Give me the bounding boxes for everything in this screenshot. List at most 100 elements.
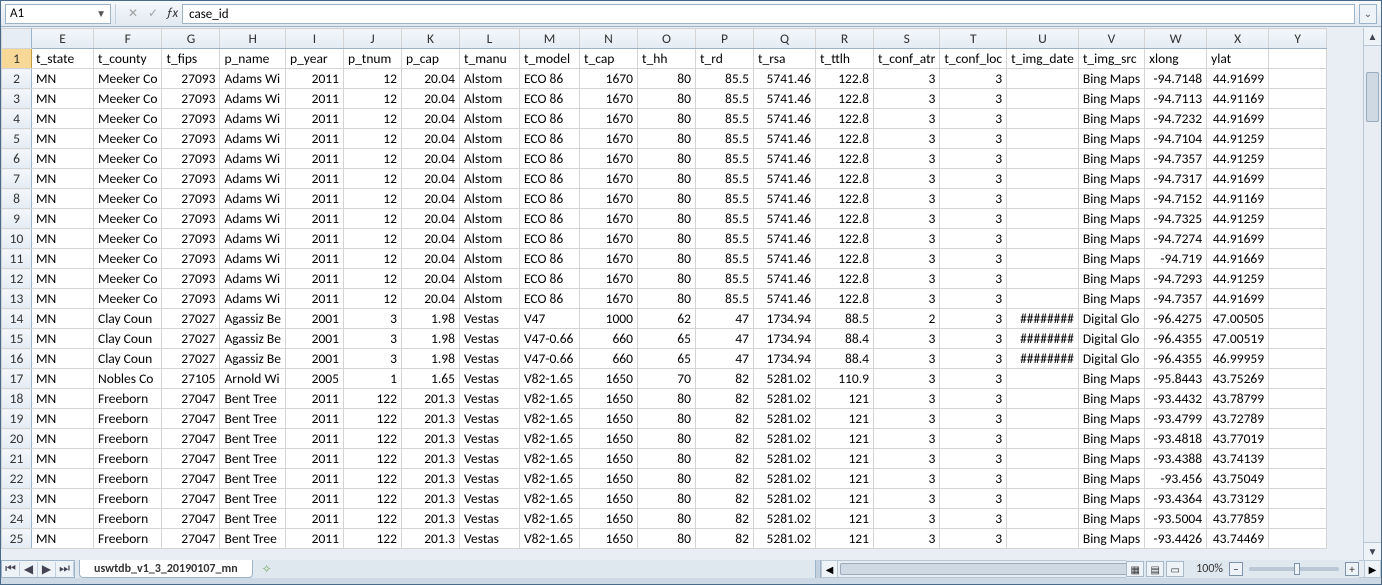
cell[interactable]: 2011 xyxy=(285,189,343,209)
cell[interactable]: 1670 xyxy=(579,209,637,229)
cell[interactable]: 3 xyxy=(873,229,939,249)
row-header-25[interactable]: 25 xyxy=(2,529,32,549)
cell[interactable]: 80 xyxy=(637,129,695,149)
cell[interactable] xyxy=(1269,249,1327,269)
cell[interactable]: 20.04 xyxy=(401,69,459,89)
cell[interactable]: ECO 86 xyxy=(519,269,579,289)
cell[interactable]: 44.91169 xyxy=(1207,189,1269,209)
chevron-down-icon[interactable]: ▼ xyxy=(96,7,106,20)
cell[interactable]: 5741.46 xyxy=(753,169,815,189)
cell[interactable]: 1.98 xyxy=(401,349,459,369)
row-header-7[interactable]: 7 xyxy=(2,169,32,189)
cell[interactable]: 3 xyxy=(873,69,939,89)
cell[interactable]: 5281.02 xyxy=(753,389,815,409)
row-header-23[interactable]: 23 xyxy=(2,489,32,509)
cell[interactable]: Alstom xyxy=(459,189,519,209)
cell[interactable]: 27093 xyxy=(162,189,220,209)
cell[interactable]: 122 xyxy=(343,389,401,409)
cell[interactable]: 2011 xyxy=(285,509,343,529)
col-header-E[interactable]: E xyxy=(32,29,94,49)
cell[interactable]: 3 xyxy=(940,69,1007,89)
cell[interactable]: Adams Wi xyxy=(220,109,286,129)
cell[interactable]: 3 xyxy=(873,149,939,169)
cell[interactable]: 5741.46 xyxy=(753,289,815,309)
cell[interactable]: 2011 xyxy=(285,429,343,449)
cell[interactable]: 122 xyxy=(343,469,401,489)
cell[interactable]: 1.98 xyxy=(401,309,459,329)
cell[interactable]: Freeborn xyxy=(94,509,162,529)
vscroll-thumb[interactable] xyxy=(1366,72,1379,122)
cell[interactable]: 20.04 xyxy=(401,229,459,249)
cell[interactable]: 3 xyxy=(873,469,939,489)
cell[interactable]: t_cap xyxy=(579,49,637,69)
cell[interactable]: 121 xyxy=(815,389,873,409)
cell[interactable]: 43.73129 xyxy=(1207,489,1269,509)
cell[interactable] xyxy=(1269,289,1327,309)
cell[interactable]: Bing Maps xyxy=(1078,529,1144,549)
cell[interactable]: 85.5 xyxy=(695,289,753,309)
cell[interactable] xyxy=(1269,69,1327,89)
cell[interactable]: Alstom xyxy=(459,69,519,89)
cell[interactable]: Bent Tree xyxy=(220,489,286,509)
cell[interactable]: 1670 xyxy=(579,149,637,169)
row-header-12[interactable]: 12 xyxy=(2,269,32,289)
cell[interactable] xyxy=(1007,129,1079,149)
cell[interactable]: MN xyxy=(32,169,94,189)
cell[interactable]: Freeborn xyxy=(94,469,162,489)
cell[interactable]: 27093 xyxy=(162,169,220,189)
cell[interactable] xyxy=(1269,389,1327,409)
cell[interactable]: 122.8 xyxy=(815,109,873,129)
cell[interactable] xyxy=(1007,529,1079,549)
cell[interactable]: 201.3 xyxy=(401,389,459,409)
col-header-V[interactable]: V xyxy=(1078,29,1144,49)
cell[interactable] xyxy=(1007,109,1079,129)
cell[interactable]: 5281.02 xyxy=(753,469,815,489)
cell[interactable]: t_rsa xyxy=(753,49,815,69)
cell[interactable]: -94.719 xyxy=(1145,249,1207,269)
cell[interactable]: 2011 xyxy=(285,109,343,129)
cell[interactable]: 27093 xyxy=(162,229,220,249)
cell[interactable]: 201.3 xyxy=(401,449,459,469)
cell[interactable]: MN xyxy=(32,429,94,449)
cell[interactable]: 20.04 xyxy=(401,109,459,129)
cancel-icon[interactable]: ✕ xyxy=(126,7,140,21)
cell[interactable]: Digital Glo xyxy=(1078,349,1144,369)
col-header-W[interactable]: W xyxy=(1145,29,1207,49)
cell[interactable]: 80 xyxy=(637,89,695,109)
cell[interactable]: Alstom xyxy=(459,289,519,309)
cell[interactable] xyxy=(1269,209,1327,229)
cell[interactable]: Adams Wi xyxy=(220,189,286,209)
cell[interactable]: Bing Maps xyxy=(1078,129,1144,149)
cell[interactable]: MN xyxy=(32,289,94,309)
cell[interactable]: 44.91259 xyxy=(1207,129,1269,149)
cell[interactable]: 3 xyxy=(873,289,939,309)
tab-prev-icon[interactable]: ◀ xyxy=(20,562,38,577)
cell[interactable]: 47.00519 xyxy=(1207,329,1269,349)
cell[interactable] xyxy=(1269,409,1327,429)
cell[interactable]: MN xyxy=(32,349,94,369)
cell[interactable]: 122.8 xyxy=(815,189,873,209)
cell[interactable]: Alstom xyxy=(459,229,519,249)
cell[interactable]: 122 xyxy=(343,429,401,449)
cell[interactable]: Bing Maps xyxy=(1078,69,1144,89)
cell[interactable]: 3 xyxy=(343,349,401,369)
cell[interactable]: Adams Wi xyxy=(220,129,286,149)
cell[interactable]: 27047 xyxy=(162,509,220,529)
cell[interactable]: 27047 xyxy=(162,529,220,549)
cell[interactable]: 12 xyxy=(343,129,401,149)
cell[interactable]: 80 xyxy=(637,429,695,449)
col-header-R[interactable]: R xyxy=(815,29,873,49)
cell[interactable]: 2001 xyxy=(285,329,343,349)
col-header-G[interactable]: G xyxy=(162,29,220,49)
cell[interactable]: 80 xyxy=(637,409,695,429)
cell[interactable]: 5281.02 xyxy=(753,529,815,549)
cell[interactable]: 70 xyxy=(637,369,695,389)
cell[interactable] xyxy=(1007,189,1079,209)
cell[interactable]: 2005 xyxy=(285,369,343,389)
cell[interactable]: Bing Maps xyxy=(1078,449,1144,469)
cell[interactable]: 2011 xyxy=(285,289,343,309)
cell[interactable]: 2011 xyxy=(285,489,343,509)
cell[interactable]: 1670 xyxy=(579,69,637,89)
new-sheet-icon[interactable]: ✧ xyxy=(257,560,277,578)
cell[interactable]: 2011 xyxy=(285,449,343,469)
